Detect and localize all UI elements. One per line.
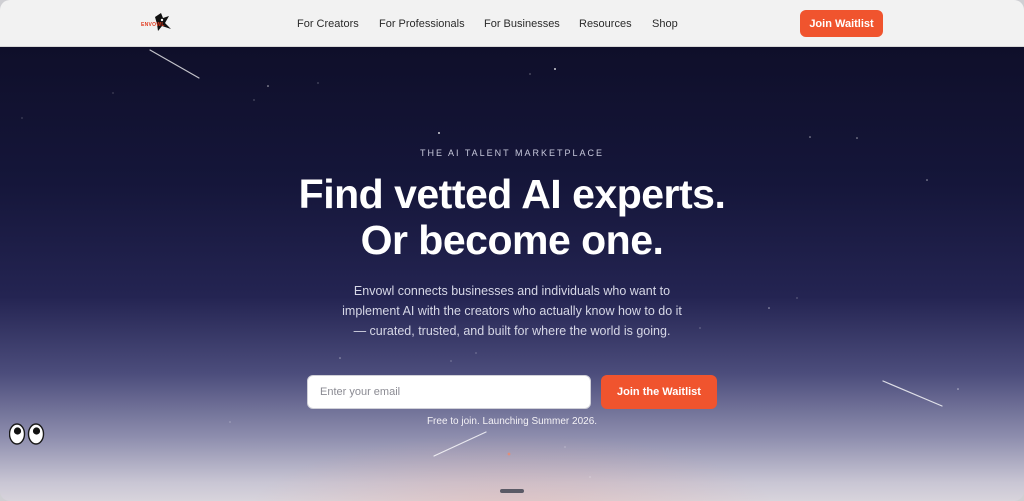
brand-wordmark: ENVOWL (141, 22, 165, 28)
nav-for-professionals[interactable]: For Professionals (379, 17, 465, 31)
hero-eyebrow: THE AI TALENT MARKETPLACE (419, 148, 605, 158)
eyes-icon[interactable] (8, 422, 45, 446)
hero-headline-line-2: Or become one. (360, 217, 664, 263)
page: ENVOWL For Creators For Professionals Fo… (0, 0, 1024, 501)
join-the-waitlist-button[interactable]: Join the Waitlist (601, 375, 717, 409)
nav-resources[interactable]: Resources (579, 17, 632, 31)
nav-for-creators[interactable]: For Creators (297, 17, 359, 31)
nav-shop[interactable]: Shop (652, 17, 678, 31)
join-waitlist-button[interactable]: Join Waitlist (800, 10, 883, 37)
hero-headline-line-1: Find vetted AI experts. (298, 171, 726, 217)
hero-headline: Find vetted AI experts. Or become one. (0, 171, 1024, 263)
brand-logo[interactable]: ENVOWL (141, 11, 175, 35)
starfield-background (21, 49, 959, 478)
launch-note: Free to join. Launching Summer 2026. (426, 416, 598, 427)
nav-for-businesses[interactable]: For Businesses (484, 17, 560, 31)
navbar: ENVOWL For Creators For Professionals Fo… (0, 0, 1024, 47)
email-input[interactable] (307, 375, 591, 409)
hero-section: THE AI TALENT MARKETPLACE Find vetted AI… (0, 47, 1024, 501)
hero-description: Envowl connects businesses and individua… (342, 284, 682, 338)
scroll-indicator[interactable] (500, 489, 524, 493)
